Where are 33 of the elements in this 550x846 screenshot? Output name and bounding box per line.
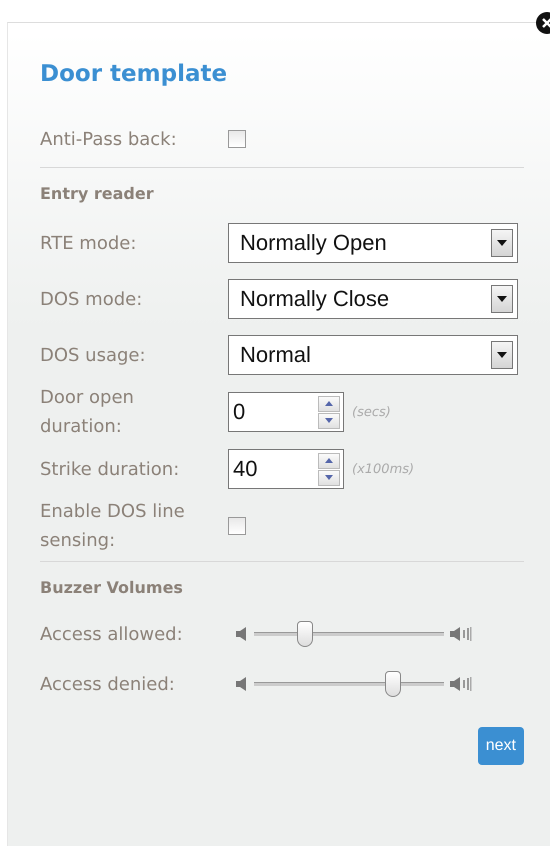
section-heading: Buzzer Volumes bbox=[40, 578, 184, 597]
checkbox[interactable] bbox=[228, 517, 246, 535]
speaker-high-icon bbox=[450, 626, 472, 642]
field-label: Anti-Pass back: bbox=[40, 128, 178, 152]
speaker-high-icon bbox=[450, 676, 472, 692]
number-input[interactable]: 40 bbox=[228, 449, 344, 489]
volume-slider[interactable] bbox=[254, 671, 444, 697]
spin-up-icon[interactable] bbox=[318, 452, 340, 468]
speaker-low-icon bbox=[236, 626, 248, 642]
section-heading: Entry reader bbox=[40, 184, 155, 203]
slider-thumb[interactable] bbox=[384, 671, 401, 697]
volume-slider[interactable] bbox=[254, 621, 444, 647]
field-label: Access denied: bbox=[40, 672, 176, 696]
field-label: Door open duration: bbox=[40, 386, 135, 439]
slider-thumb[interactable] bbox=[297, 621, 314, 647]
spin-up-icon[interactable] bbox=[318, 396, 340, 412]
dropdown[interactable]: Normally Close bbox=[228, 279, 518, 319]
dialog-title: Door template bbox=[40, 61, 228, 87]
field-label: DOS usage: bbox=[40, 344, 147, 368]
speaker-low-icon bbox=[236, 676, 248, 692]
unit-hint: (secs) bbox=[352, 404, 391, 420]
number-input[interactable]: 0 bbox=[228, 392, 344, 432]
spin-down-icon[interactable] bbox=[318, 412, 340, 428]
dropdown[interactable]: Normal bbox=[228, 335, 518, 375]
field-label: Enable DOS line sensing: bbox=[40, 500, 186, 553]
field-label: Strike duration: bbox=[40, 458, 180, 482]
dropdown[interactable]: Normally Open bbox=[228, 223, 518, 263]
spin-down-icon[interactable] bbox=[318, 470, 340, 486]
checkbox[interactable] bbox=[228, 130, 246, 148]
field-label: Access allowed: bbox=[40, 622, 184, 646]
field-label: DOS mode: bbox=[40, 288, 144, 312]
unit-hint: (x100ms) bbox=[352, 462, 414, 476]
field-label: RTE mode: bbox=[40, 232, 138, 256]
